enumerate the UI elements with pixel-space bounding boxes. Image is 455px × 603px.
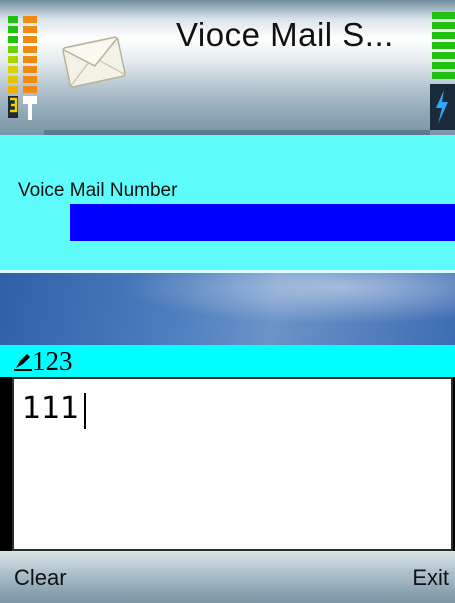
voice-mail-number-field[interactable]: [70, 204, 455, 241]
title-bar: Vioce Mail S...: [0, 0, 455, 135]
envelope-icon: [62, 36, 126, 88]
phone-screen: Vioce Mail S... Voice Mail Number 123 11…: [0, 0, 455, 603]
clear-softkey[interactable]: Clear: [14, 565, 67, 591]
text-caret: [84, 393, 86, 429]
exit-softkey[interactable]: Exit: [412, 565, 449, 591]
number-input[interactable]: 111: [12, 377, 453, 551]
signal-strength-icon: [8, 16, 44, 124]
battery-icon: [430, 12, 455, 130]
softkey-bar: Clear Exit: [0, 551, 455, 603]
input-mode-bar: 123: [0, 345, 455, 377]
voice-mail-form: Voice Mail Number: [0, 135, 455, 270]
input-mode-label: 123: [32, 346, 73, 376]
voice-mail-number-label: Voice Mail Number: [18, 180, 178, 201]
number-input-value: 111: [22, 391, 80, 426]
wallpaper-strip: [0, 273, 455, 345]
window-title: Vioce Mail S...: [176, 16, 394, 53]
pen-icon: [14, 354, 32, 371]
